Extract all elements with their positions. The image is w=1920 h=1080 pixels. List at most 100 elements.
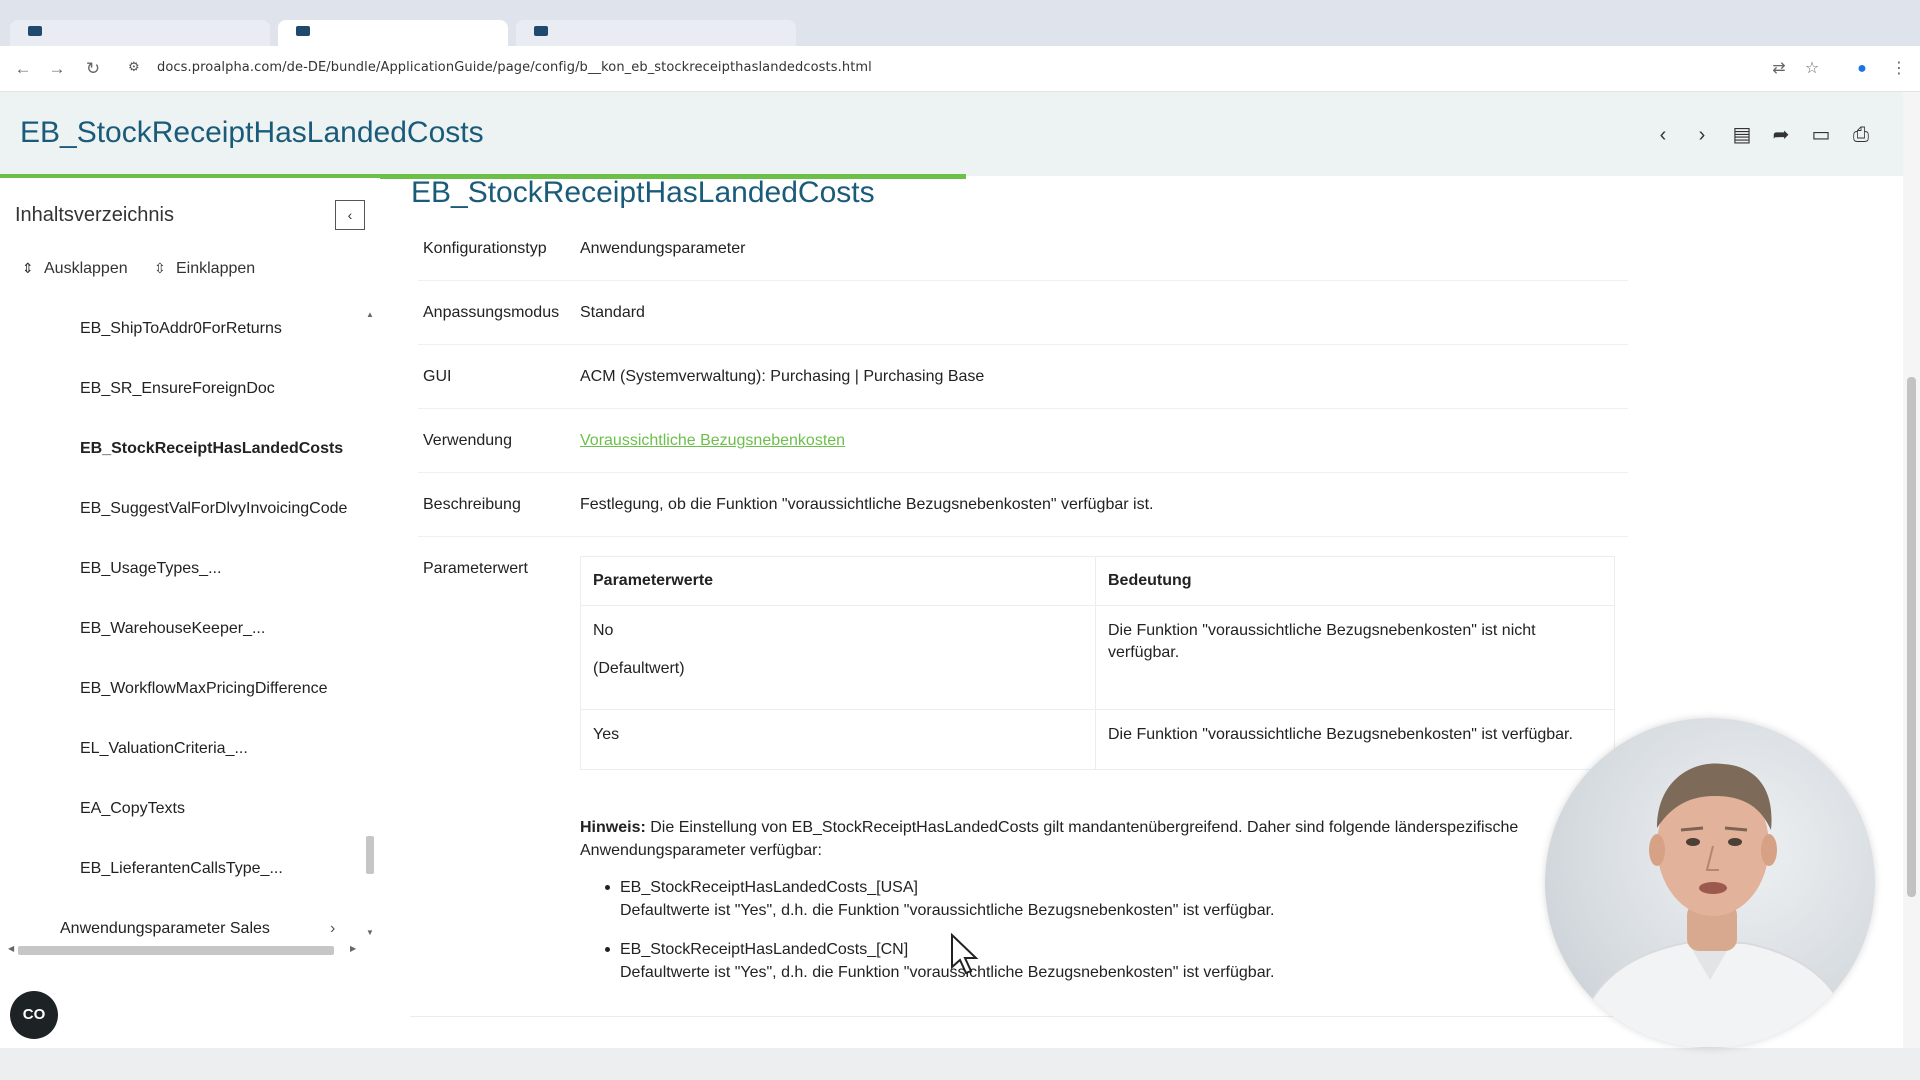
- reload-icon[interactable]: ↻: [82, 58, 104, 80]
- row-value: ACM (Systemverwaltung): Purchasing | Pur…: [580, 368, 985, 385]
- chevron-right-icon[interactable]: ›: [330, 920, 335, 938]
- table-cell: Die Funktion "voraussichtliche Bezugsneb…: [1095, 709, 1615, 770]
- bottom-bar: [0, 1048, 1920, 1080]
- main-content: EB_StockReceiptHasLandedCosts Konfigurat…: [400, 176, 1630, 1046]
- list-item-desc: Defaultwerte ist "Yes", d.h. die Funktio…: [620, 902, 1275, 919]
- next-topic-icon[interactable]: ›: [1689, 122, 1715, 148]
- toc-scroll-thumb[interactable]: [366, 836, 374, 874]
- page-title: EB_StockReceiptHasLandedCosts: [411, 176, 875, 209]
- browser-tab[interactable]: [10, 20, 270, 46]
- expand-icon: ⇕: [22, 260, 34, 276]
- doc-header-title: EB_StockReceiptHasLandedCosts: [20, 116, 484, 149]
- list-item-name: EB_StockReceiptHasLandedCosts_[USA]: [620, 879, 918, 896]
- row-divider: [418, 408, 1628, 409]
- tab-favicon-icon: [534, 26, 548, 36]
- toc-item-active[interactable]: EB_StockReceiptHasLandedCosts: [80, 440, 343, 458]
- toc-horizontal-scrollbar[interactable]: ◀ ▶: [8, 944, 358, 956]
- row-divider: [418, 280, 1628, 281]
- back-icon[interactable]: ←: [12, 58, 34, 80]
- url-field[interactable]: docs.proalpha.com/de-DE/bundle/Applicati…: [157, 60, 872, 75]
- table-header: Parameterwerte: [580, 556, 1096, 606]
- list-item-desc: Defaultwerte ist "Yes", d.h. die Funktio…: [620, 964, 1275, 981]
- tab-favicon-icon: [296, 26, 310, 36]
- browser-tab[interactable]: [516, 20, 796, 46]
- row-value: Festlegung, ob die Funktion "voraussicht…: [580, 496, 1154, 513]
- row-divider: [418, 344, 1628, 345]
- toc-sidebar: Inhaltsverzeichnis ‹ ⇕ Ausklappen ⇳ Einkla…: [0, 178, 380, 1048]
- address-bar: ← → ↻ ⚙ docs.proalpha.com/de-DE/bundle/A…: [0, 46, 1920, 92]
- toc-title: Inhaltsverzeichnis: [15, 204, 174, 226]
- collapse-icon: ⇳: [154, 260, 166, 276]
- share-icon[interactable]: ➦: [1768, 122, 1794, 148]
- toc-item[interactable]: EA_CopyTexts: [80, 800, 185, 818]
- toc-item[interactable]: EB_ShipToAddr0ForReturns: [80, 320, 282, 338]
- toc-item[interactable]: EB_UsageTypes_...: [80, 560, 221, 578]
- table-cell: Yes: [580, 709, 1096, 770]
- toc-hscroll-thumb[interactable]: [18, 946, 334, 955]
- collapse-all-button[interactable]: ⇳ Einklappen: [154, 260, 255, 278]
- table-cell: Die Funktion "voraussichtliche Bezugsneb…: [1095, 605, 1615, 710]
- collapse-sidebar-button[interactable]: ‹: [335, 200, 365, 230]
- hinweis-label: Hinweis:: [580, 819, 646, 836]
- bookmark-star-icon[interactable]: ☆: [1801, 58, 1823, 80]
- row-label: Anpassungsmodus: [423, 304, 560, 321]
- toc-item[interactable]: EB_SR_EnsureForeignDoc: [80, 380, 275, 398]
- toc-vertical-scrollbar[interactable]: ▲ ▼: [364, 308, 376, 938]
- table-cell: No (Defaultwert): [580, 605, 1096, 710]
- toc-item[interactable]: EB_WarehouseKeeper_...: [80, 620, 265, 638]
- expand-all-button[interactable]: ⇕ Ausklappen: [22, 260, 128, 278]
- scroll-up-icon[interactable]: ▲: [364, 310, 376, 319]
- scroll-left-icon[interactable]: ◀: [8, 944, 14, 953]
- toc-group-sales[interactable]: Anwendungsparameter Sales: [60, 920, 270, 938]
- param-default-note: (Defaultwert): [593, 660, 685, 677]
- pdf-icon[interactable]: ▤: [1729, 122, 1755, 148]
- toc-item[interactable]: EB_LieferantenCallsType_...: [80, 860, 283, 878]
- presenter-video-image: [1573, 763, 1857, 1048]
- table-row: Yes Die Funktion "voraussichtliche Bezug…: [580, 709, 1615, 770]
- hinweis-text: Die Einstellung von EB_StockReceiptHasLa…: [580, 819, 1519, 859]
- list-item-name: EB_StockReceiptHasLandedCosts_[CN]: [620, 941, 909, 958]
- row-value: Anwendungsparameter: [580, 240, 746, 257]
- toc-item[interactable]: EL_ValuationCriteria_...: [80, 740, 248, 758]
- print-icon[interactable]: ⎙: [1848, 122, 1874, 148]
- tab-favicon-icon: [28, 26, 42, 36]
- chevron-left-icon: ‹: [347, 207, 353, 223]
- site-settings-icon[interactable]: ⚙: [128, 59, 140, 75]
- parameter-table: Parameterwerte Bedeutung No (Defaultwert…: [580, 556, 1615, 770]
- browser-menu-icon[interactable]: ⋮: [1888, 58, 1910, 80]
- profile-icon[interactable]: ●: [1851, 58, 1873, 80]
- row-label: Verwendung: [423, 432, 512, 449]
- browser-tab-active[interactable]: [278, 20, 508, 46]
- table-header: Bedeutung: [1095, 556, 1615, 606]
- scroll-right-icon[interactable]: ▶: [350, 944, 356, 953]
- doc-header: EB_StockReceiptHasLandedCosts ‹ › ▤ ➦ ▭ …: [0, 92, 1903, 176]
- row-label: GUI: [423, 368, 452, 385]
- row-value: Standard: [580, 304, 645, 321]
- feedback-icon[interactable]: ▭: [1808, 122, 1834, 148]
- list-item: EB_StockReceiptHasLandedCosts_[USA] Defa…: [580, 876, 1540, 922]
- translate-icon[interactable]: ⇄: [1768, 58, 1790, 80]
- row-divider: [418, 472, 1628, 473]
- page-scrollbar[interactable]: [1903, 92, 1920, 1048]
- row-divider: [418, 536, 1628, 537]
- collapse-all-label: Einklappen: [176, 260, 256, 277]
- webcam-overlay: [1545, 718, 1875, 1048]
- row-label: Konfigurationstyp: [423, 240, 547, 257]
- toc-item[interactable]: EB_WorkflowMaxPricingDifference: [80, 680, 328, 698]
- forward-icon[interactable]: →: [46, 58, 68, 80]
- previous-topic-icon[interactable]: ‹: [1650, 122, 1676, 148]
- browser-tab-strip: [0, 0, 1920, 46]
- expand-all-label: Ausklappen: [44, 260, 128, 277]
- page-scroll-thumb[interactable]: [1907, 377, 1916, 897]
- verwendung-link[interactable]: Voraussichtliche Bezugsnebenkosten: [580, 432, 845, 450]
- table-row: No (Defaultwert) Die Funktion "voraussic…: [580, 605, 1615, 710]
- country-parameter-list: EB_StockReceiptHasLandedCosts_[USA] Defa…: [580, 876, 1540, 1000]
- row-label: Parameterwert: [423, 560, 528, 577]
- hinweis-note: Hinweis: Die Einstellung von EB_StockRec…: [580, 816, 1540, 862]
- param-value: No: [593, 622, 614, 639]
- scroll-down-icon[interactable]: ▼: [364, 928, 376, 937]
- toc-list: EB_ShipToAddr0ForReturns EB_SR_EnsureFor…: [0, 308, 360, 948]
- chat-button[interactable]: CO: [10, 991, 58, 1039]
- mouse-cursor-icon: [951, 933, 979, 975]
- toc-item[interactable]: EB_SuggestValForDlvyInvoicingCode: [80, 500, 347, 518]
